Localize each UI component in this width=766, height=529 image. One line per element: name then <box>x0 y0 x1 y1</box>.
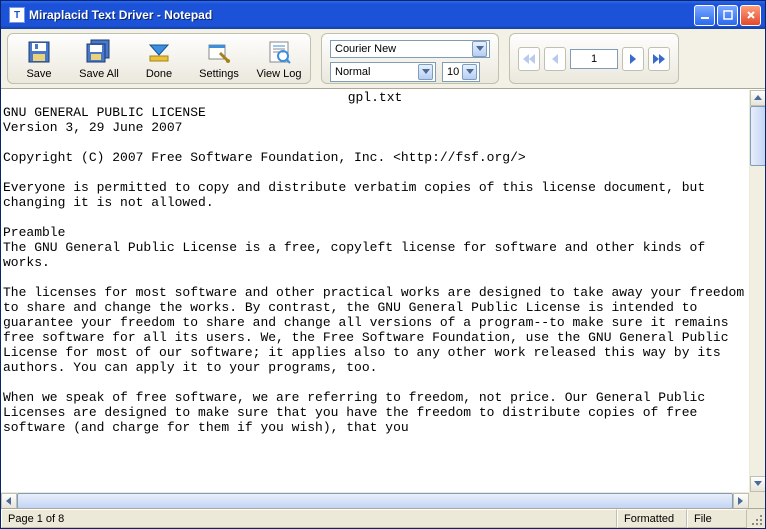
horizontal-scroll-thumb[interactable] <box>17 493 733 508</box>
document-body: GNU GENERAL PUBLIC LICENSE Version 3, 29… <box>3 105 749 435</box>
floppy-icon <box>25 38 53 66</box>
document-area: gpl.txtGNU GENERAL PUBLIC LICENSE Versio… <box>1 89 765 508</box>
status-page: Page 1 of 8 <box>1 509 617 528</box>
floppy-stack-icon <box>85 38 113 66</box>
resize-grip[interactable] <box>747 509 765 528</box>
settings-icon <box>205 38 233 66</box>
chevron-down-icon <box>472 41 487 57</box>
save-button[interactable]: Save <box>10 34 68 84</box>
done-button[interactable]: Done <box>130 34 188 84</box>
action-button-group: Save Save All Done Settings View Log <box>7 33 311 84</box>
horizontal-scrollbar[interactable] <box>1 492 749 508</box>
save-all-label: Save All <box>79 68 119 80</box>
font-group: Courier New Normal 10 <box>321 33 499 84</box>
font-weight-value: Normal <box>335 66 418 78</box>
scroll-corner <box>749 492 765 508</box>
scroll-down-button[interactable] <box>750 476 765 492</box>
chevron-down-icon <box>418 64 433 80</box>
maximize-button[interactable] <box>717 5 738 26</box>
done-icon <box>145 38 173 66</box>
toolbar: Save Save All Done Settings View Log Cou… <box>1 29 765 89</box>
document-filename: gpl.txt <box>3 90 747 105</box>
minimize-button[interactable] <box>694 5 715 26</box>
first-page-button[interactable] <box>518 47 540 71</box>
scroll-left-button[interactable] <box>1 493 17 508</box>
last-page-button[interactable] <box>648 47 670 71</box>
done-label: Done <box>146 68 172 80</box>
prev-page-button[interactable] <box>544 47 566 71</box>
app-window: T Miraplacid Text Driver - Notepad Save … <box>0 0 766 529</box>
status-formatted[interactable]: Formatted <box>617 509 687 528</box>
font-family-select[interactable]: Courier New <box>330 40 490 58</box>
save-all-button[interactable]: Save All <box>70 34 128 84</box>
settings-label: Settings <box>199 68 239 80</box>
font-weight-select[interactable]: Normal <box>330 62 436 82</box>
scroll-up-button[interactable] <box>750 90 765 106</box>
view-log-label: View Log <box>256 68 301 80</box>
next-page-button[interactable] <box>622 47 644 71</box>
document-text[interactable]: gpl.txtGNU GENERAL PUBLIC LICENSE Versio… <box>1 90 749 492</box>
window-title: Miraplacid Text Driver - Notepad <box>29 8 694 22</box>
page-nav-group <box>509 33 679 84</box>
titlebar: T Miraplacid Text Driver - Notepad <box>1 1 765 29</box>
app-icon: T <box>9 7 25 23</box>
statusbar: Page 1 of 8 Formatted File <box>1 508 765 528</box>
font-size-value: 10 <box>447 66 462 78</box>
view-log-button[interactable]: View Log <box>250 34 308 84</box>
log-icon <box>265 38 293 66</box>
chevron-down-icon <box>462 64 477 80</box>
status-file[interactable]: File <box>687 509 747 528</box>
font-size-select[interactable]: 10 <box>442 62 480 82</box>
scroll-right-button[interactable] <box>733 493 749 508</box>
vertical-scroll-thumb[interactable] <box>750 106 765 166</box>
font-family-value: Courier New <box>335 43 472 55</box>
vertical-scrollbar[interactable] <box>749 90 765 492</box>
settings-button[interactable]: Settings <box>190 34 248 84</box>
save-label: Save <box>26 68 51 80</box>
page-number-input[interactable] <box>570 49 618 69</box>
close-button[interactable] <box>740 5 761 26</box>
window-buttons <box>694 5 761 26</box>
